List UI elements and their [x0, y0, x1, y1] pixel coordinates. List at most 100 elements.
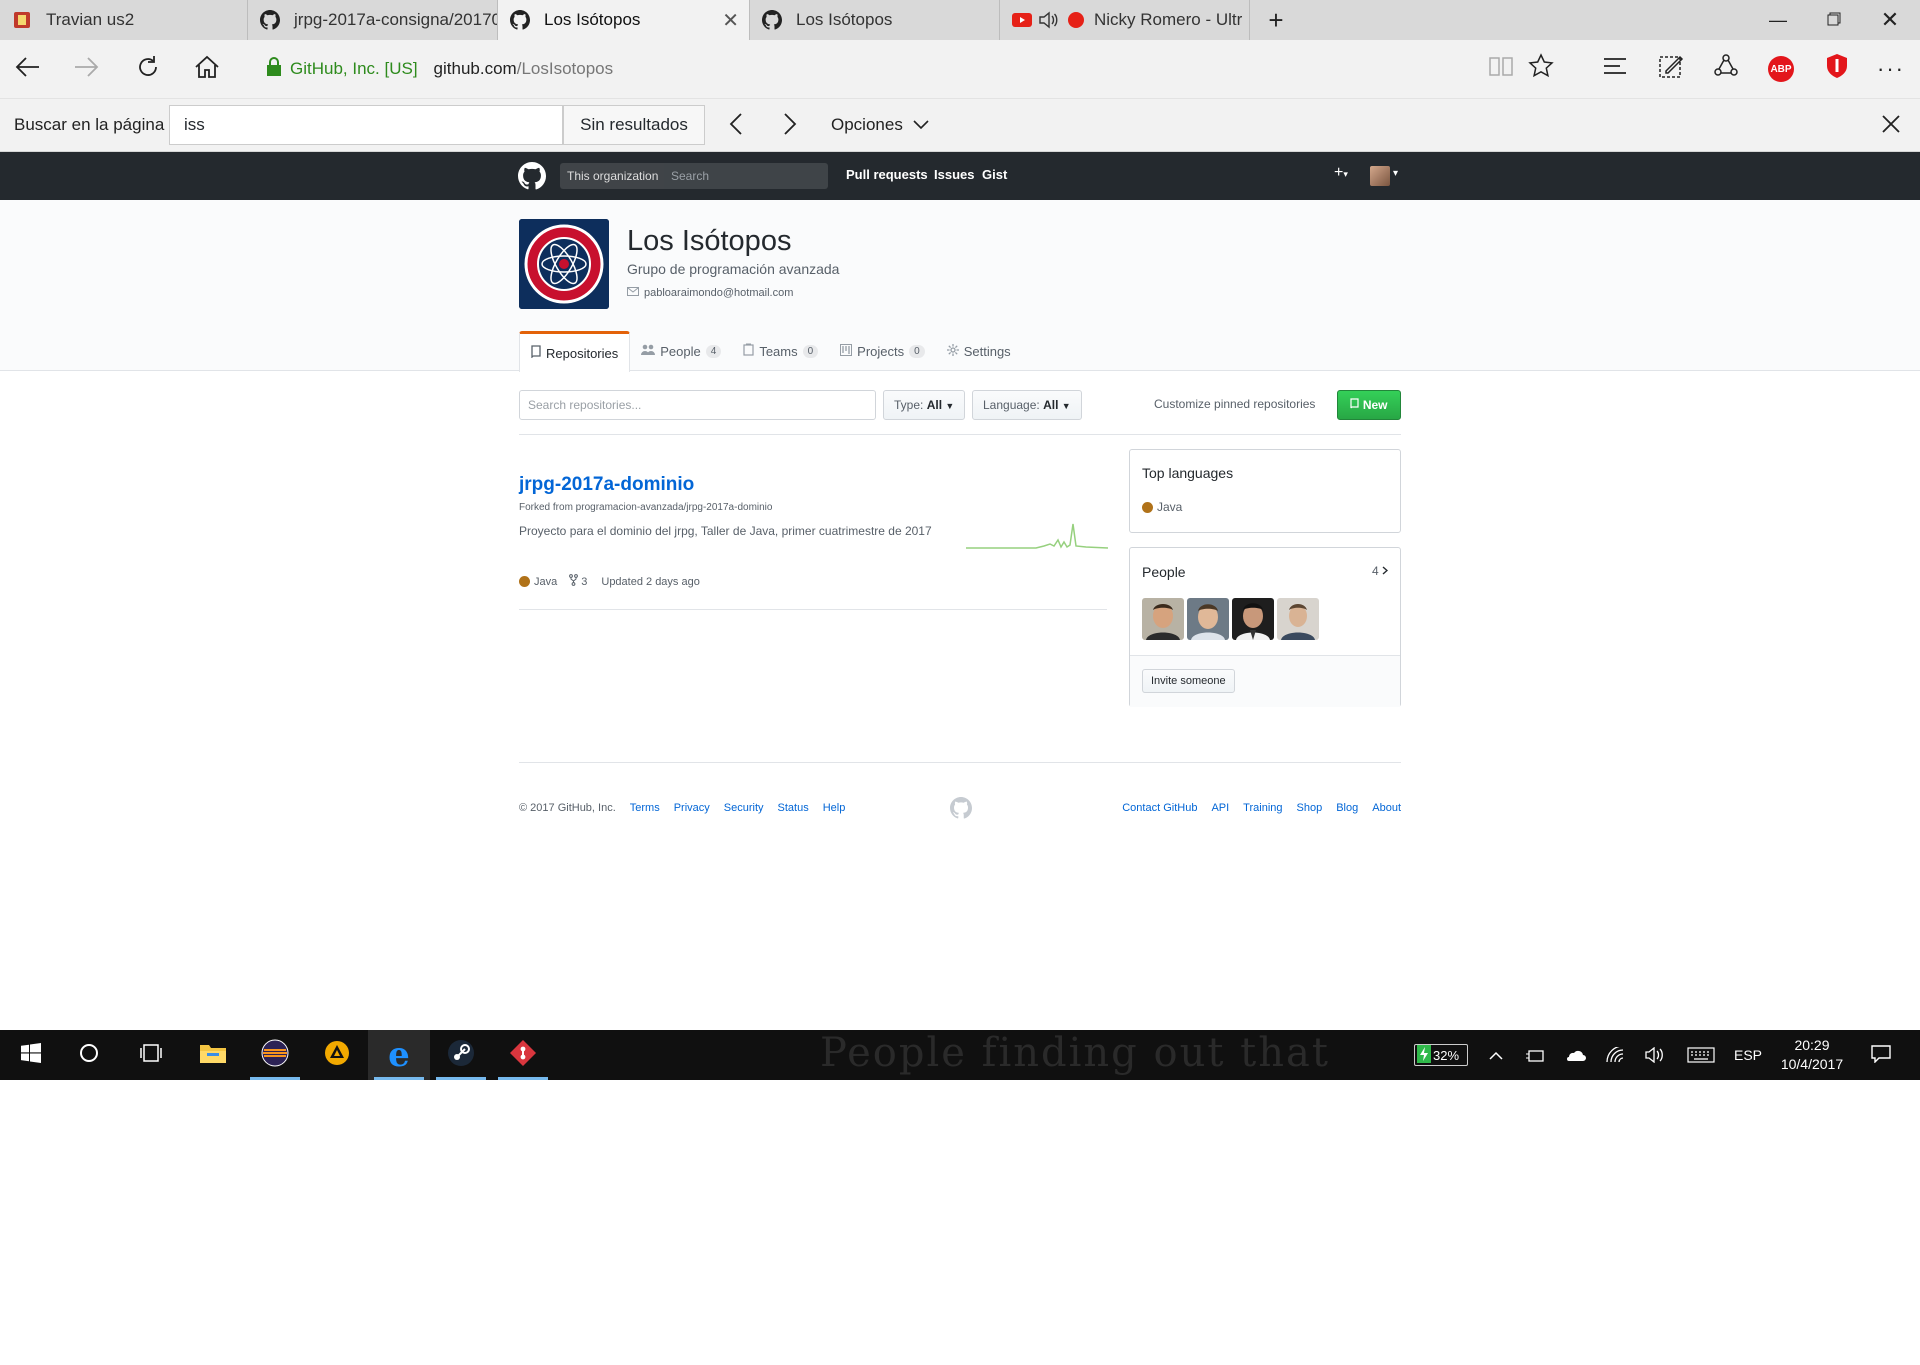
nav-gist[interactable]: Gist [982, 167, 1007, 182]
create-new-dropdown[interactable]: +▾ [1334, 164, 1348, 182]
member-avatar[interactable] [1187, 598, 1229, 640]
member-avatar[interactable] [1232, 598, 1274, 640]
hub-button[interactable] [1598, 52, 1632, 86]
language-filter-button[interactable]: Language: All ▼ [972, 390, 1082, 420]
tab-los-isotopos-active[interactable]: Los Isótopos ✕ [498, 0, 750, 40]
footer-link-security[interactable]: Security [724, 802, 764, 814]
audio-playing-icon[interactable] [1038, 10, 1058, 30]
wifi-icon[interactable] [1600, 1030, 1630, 1080]
input-language-indicator[interactable]: ESP [1728, 1030, 1768, 1080]
user-avatar[interactable] [1370, 166, 1390, 186]
footer-link-terms[interactable]: Terms [630, 802, 660, 814]
github-mark-icon[interactable] [950, 797, 973, 819]
footer-link-help[interactable]: Help [823, 802, 846, 814]
type-filter-button[interactable]: Type: All ▼ [883, 390, 966, 420]
footer-link-contact[interactable]: Contact GitHub [1122, 802, 1197, 814]
edge-button[interactable]: e [368, 1030, 430, 1080]
find-next-button[interactable] [775, 109, 805, 143]
adblock-icon: ABP [1768, 56, 1794, 82]
nav-issues[interactable]: Issues [934, 167, 974, 182]
eclipse-button[interactable] [244, 1030, 306, 1080]
top-languages-box: Top languages Java [1129, 449, 1401, 533]
windows-taskbar: People finding out that e 32% ESP 20:29 … [0, 1030, 1920, 1080]
show-hidden-icons-button[interactable] [1482, 1030, 1510, 1080]
tab-settings[interactable]: Settings [936, 331, 1022, 371]
footer-link-training[interactable]: Training [1243, 802, 1282, 814]
home-button[interactable] [179, 40, 235, 98]
repo-icon [1350, 398, 1360, 412]
org-email[interactable]: pabloaraimondo@hotmail.com [627, 287, 793, 299]
repo-forked-from[interactable]: Forked from programacion-avanzada/jrpg-2… [519, 502, 772, 513]
tab-los-isotopos[interactable]: Los Isótopos [750, 0, 1000, 40]
find-options-button[interactable]: Opciones [831, 115, 929, 135]
footer-link-api[interactable]: API [1211, 802, 1229, 814]
footer-link-privacy[interactable]: Privacy [674, 802, 710, 814]
share-button[interactable] [1709, 52, 1743, 86]
back-button[interactable] [0, 40, 56, 98]
tab-travian[interactable]: Travian us2 [0, 0, 248, 40]
tab-projects[interactable]: Projects 0 [829, 331, 936, 371]
tab-repositories[interactable]: Repositories [519, 331, 631, 372]
task-view-button[interactable] [120, 1030, 182, 1080]
find-input[interactable]: iss [169, 105, 563, 145]
usb-device-icon[interactable] [1520, 1030, 1550, 1080]
volume-icon[interactable] [1640, 1030, 1670, 1080]
close-tab-icon[interactable]: ✕ [722, 8, 739, 33]
repo-link[interactable]: jrpg-2017a-dominio [519, 474, 694, 496]
org-header: Los Isótopos Grupo de programación avanz… [0, 200, 1920, 372]
tab-teams[interactable]: Teams 0 [732, 331, 829, 371]
steam-button[interactable] [430, 1030, 492, 1080]
language-item[interactable]: Java [1142, 500, 1182, 514]
org-email-text[interactable]: pabloaraimondo@hotmail.com [644, 287, 793, 299]
find-close-button[interactable] [1876, 111, 1906, 141]
browser-tab-strip: Travian us2 jrpg-2017a-consigna/20170 Lo… [0, 0, 1920, 40]
caret-down-icon[interactable]: ▾ [1393, 168, 1398, 179]
site-identity[interactable]: GitHub, Inc. [US] github.com/LosIsotopos [266, 56, 613, 82]
close-window-button[interactable]: ✕ [1862, 0, 1918, 40]
github-search-input[interactable]: Search [664, 163, 828, 189]
tab-jrpg-consigna[interactable]: jrpg-2017a-consigna/20170 [248, 0, 498, 40]
repo-forks[interactable]: 3 [581, 576, 587, 588]
reading-view-button[interactable] [1484, 52, 1518, 86]
git-app-button[interactable] [492, 1030, 554, 1080]
find-previous-button[interactable] [721, 109, 751, 143]
org-nav-tabs: Repositories People 4 Teams 0 Projects 0… [519, 331, 1022, 372]
onedrive-icon[interactable] [1560, 1030, 1590, 1080]
new-tab-button[interactable]: + [1248, 0, 1304, 40]
customize-pinned-link[interactable]: Customize pinned repositories [1154, 397, 1315, 411]
clock[interactable]: 20:29 10/4/2017 [1770, 1036, 1854, 1074]
nav-pull-requests[interactable]: Pull requests [846, 167, 928, 182]
repo-search-input[interactable]: Search repositories... [519, 390, 876, 420]
url-host[interactable]: github.com [434, 59, 517, 79]
footer-link-status[interactable]: Status [778, 802, 809, 814]
footer-link-about[interactable]: About [1372, 802, 1401, 814]
tab-people[interactable]: People 4 [630, 331, 732, 371]
web-note-button[interactable] [1654, 52, 1688, 86]
minimize-button[interactable]: — [1750, 0, 1806, 40]
refresh-button[interactable] [120, 40, 176, 98]
cortana-button[interactable] [58, 1030, 120, 1080]
file-explorer-button[interactable] [182, 1030, 244, 1080]
touch-keyboard-icon[interactable] [1684, 1030, 1718, 1080]
forward-button[interactable] [58, 40, 114, 98]
footer-link-blog[interactable]: Blog [1336, 802, 1358, 814]
app-button[interactable] [306, 1030, 368, 1080]
new-repo-button[interactable]: New [1337, 390, 1401, 420]
action-center-button[interactable] [1864, 1030, 1898, 1080]
fork-icon[interactable] [569, 574, 579, 589]
url-path[interactable]: /LosIsotopos [517, 59, 613, 79]
start-button[interactable] [0, 1030, 62, 1080]
tab-nicky-romero[interactable]: Nicky Romero - Ultr [1000, 0, 1250, 40]
adblock-plus-button[interactable]: ABP [1764, 52, 1798, 86]
battery-indicator[interactable]: 32% [1414, 1044, 1468, 1066]
favorite-button[interactable] [1524, 52, 1558, 86]
more-menu-button[interactable]: ··· [1874, 52, 1908, 86]
member-avatar[interactable] [1277, 598, 1319, 640]
people-count-link[interactable]: 4 [1372, 564, 1389, 578]
extension-button[interactable] [1820, 52, 1854, 86]
restore-button[interactable] [1806, 0, 1862, 40]
member-avatar[interactable] [1142, 598, 1184, 640]
github-logo-icon[interactable] [518, 162, 547, 190]
footer-link-shop[interactable]: Shop [1297, 802, 1323, 814]
invite-someone-button[interactable]: Invite someone [1142, 669, 1235, 693]
